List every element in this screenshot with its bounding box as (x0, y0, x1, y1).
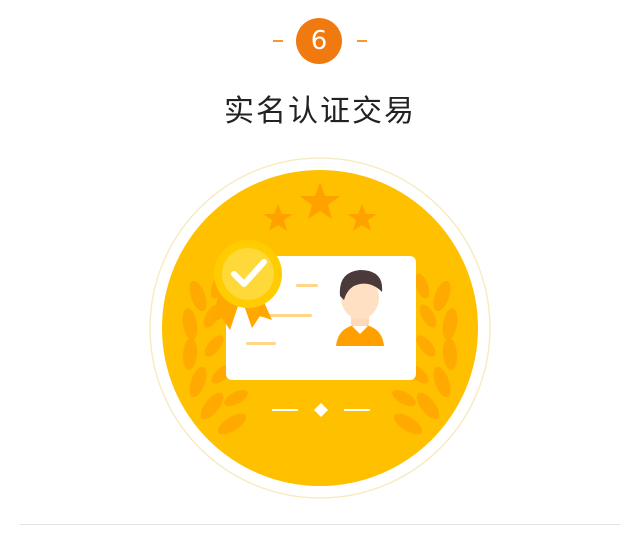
step-dash-left (273, 40, 283, 42)
step-indicator: 6 (0, 18, 640, 64)
bottom-divider (20, 524, 620, 525)
real-name-verification-screen: 6 实名认证交易 (0, 0, 640, 542)
step-dash-right (357, 40, 367, 42)
section-title: 实名认证交易 (224, 94, 416, 129)
verified-id-card-badge-icon (149, 157, 491, 499)
step-number-badge: 6 (296, 18, 342, 64)
